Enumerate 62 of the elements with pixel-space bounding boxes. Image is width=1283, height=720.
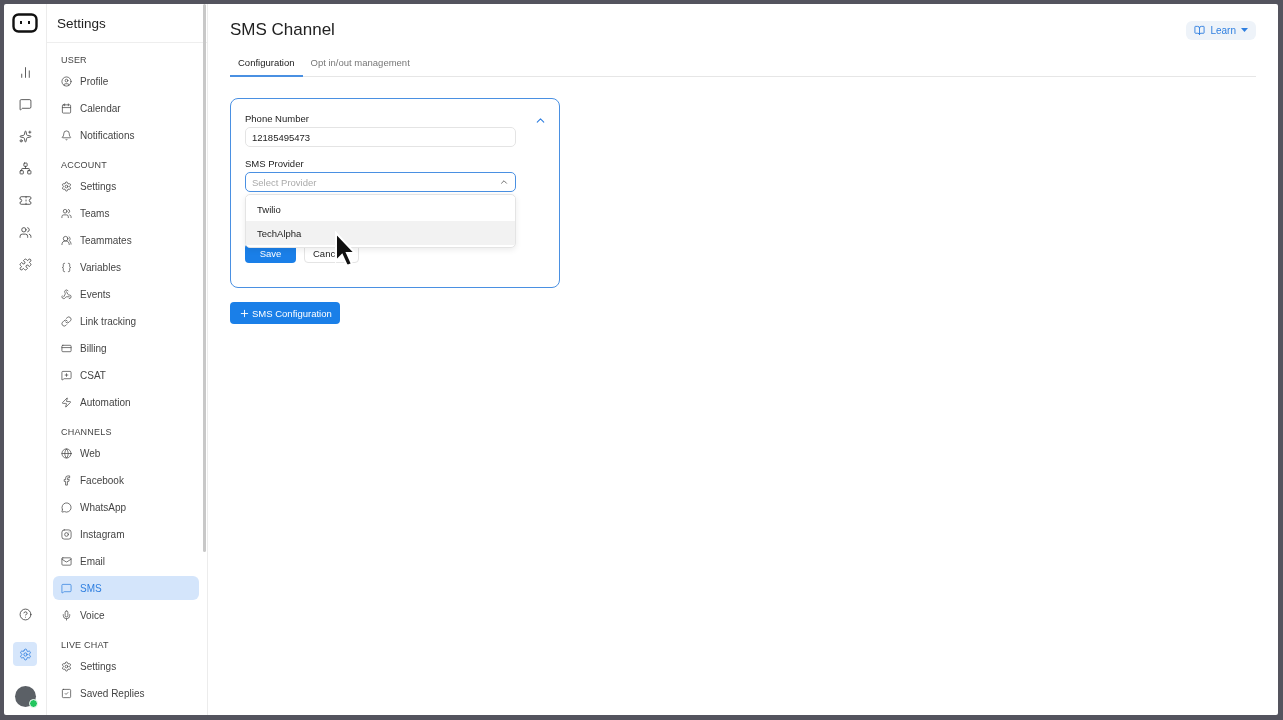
settings-icon: [61, 180, 72, 192]
sidebar-item[interactable]: Billing: [53, 336, 199, 360]
settings-icon[interactable]: [13, 642, 37, 666]
chevron-up-icon: [499, 177, 509, 187]
mail-icon: [61, 555, 72, 567]
webhook-icon: [61, 288, 72, 300]
sidebar-item[interactable]: Email: [53, 549, 199, 573]
section-heading: ACCOUNT: [60, 159, 108, 172]
chat-bubble-icon: [61, 501, 72, 513]
sidebar-item[interactable]: Instagram: [53, 522, 199, 546]
braces-icon: [61, 261, 72, 273]
tab[interactable]: Opt in/out management: [302, 51, 418, 77]
sidebar-item[interactable]: Events: [53, 282, 199, 306]
bell-icon: [61, 129, 72, 141]
section-heading: USER: [60, 54, 88, 67]
sidebar-item[interactable]: Notifications: [53, 123, 199, 147]
chat-plus-icon: [61, 369, 72, 381]
sidebar-item[interactable]: CSAT: [53, 363, 199, 387]
caret-icon: [1241, 28, 1248, 32]
plus-icon: [239, 307, 250, 319]
sidebar-item[interactable]: Teams: [53, 201, 199, 225]
dropdown-option[interactable]: TechAlpha: [246, 221, 515, 245]
field-label: Phone Number: [245, 113, 309, 124]
sidebar-item[interactable]: Variables: [53, 255, 199, 279]
instagram-icon: [61, 528, 72, 540]
facebook-icon: [61, 474, 72, 486]
sidebar-item[interactable]: Settings: [53, 654, 199, 678]
sidebar-item[interactable]: Automation: [53, 390, 199, 414]
user-circle-icon: [61, 75, 72, 87]
section-heading: LIVE CHAT: [60, 639, 110, 652]
logo-icon[interactable]: [12, 13, 38, 33]
bolt-icon: [61, 396, 72, 408]
page-title: SMS Channel: [230, 20, 335, 40]
users-icon: [61, 207, 72, 219]
calendar-icon: [61, 102, 72, 114]
sidebar-item[interactable]: Facebook: [53, 468, 199, 492]
add-sms-configuration-button[interactable]: SMS Configuration: [230, 302, 340, 324]
checkbox-icon: [61, 687, 72, 699]
link-icon: [61, 315, 72, 327]
field-label: SMS Provider: [245, 158, 304, 169]
sidebar-item[interactable]: Voice: [53, 603, 199, 627]
tab[interactable]: Configuration: [230, 51, 303, 77]
sidebar-item[interactable]: Web: [53, 441, 199, 465]
chat-icon: [61, 582, 72, 594]
users-icon: [61, 234, 72, 246]
sidebar-item[interactable]: Profile: [53, 69, 199, 93]
globe-icon: [61, 447, 72, 459]
sidebar-item[interactable]: Saved Replies: [53, 681, 199, 705]
sidebar-item[interactable]: Teammates: [53, 228, 199, 252]
book-icon: [1194, 24, 1206, 36]
card-icon: [61, 342, 72, 354]
microphone-icon: [61, 609, 72, 621]
sidebar-item[interactable]: WhatsApp: [53, 495, 199, 519]
avatar[interactable]: [14, 686, 36, 707]
sidebar-item[interactable]: Link tracking: [53, 309, 199, 333]
learn-button[interactable]: Learn: [1186, 20, 1256, 40]
dropdown-option[interactable]: Twilio: [246, 197, 515, 221]
phone-number-field[interactable]: 12185495473: [245, 127, 516, 147]
sidebar-item[interactable]: Calendar: [53, 96, 199, 120]
settings-icon: [61, 660, 72, 672]
sidebar-item[interactable]: Settings: [53, 174, 199, 198]
section-heading: CHANNELS: [60, 426, 113, 439]
